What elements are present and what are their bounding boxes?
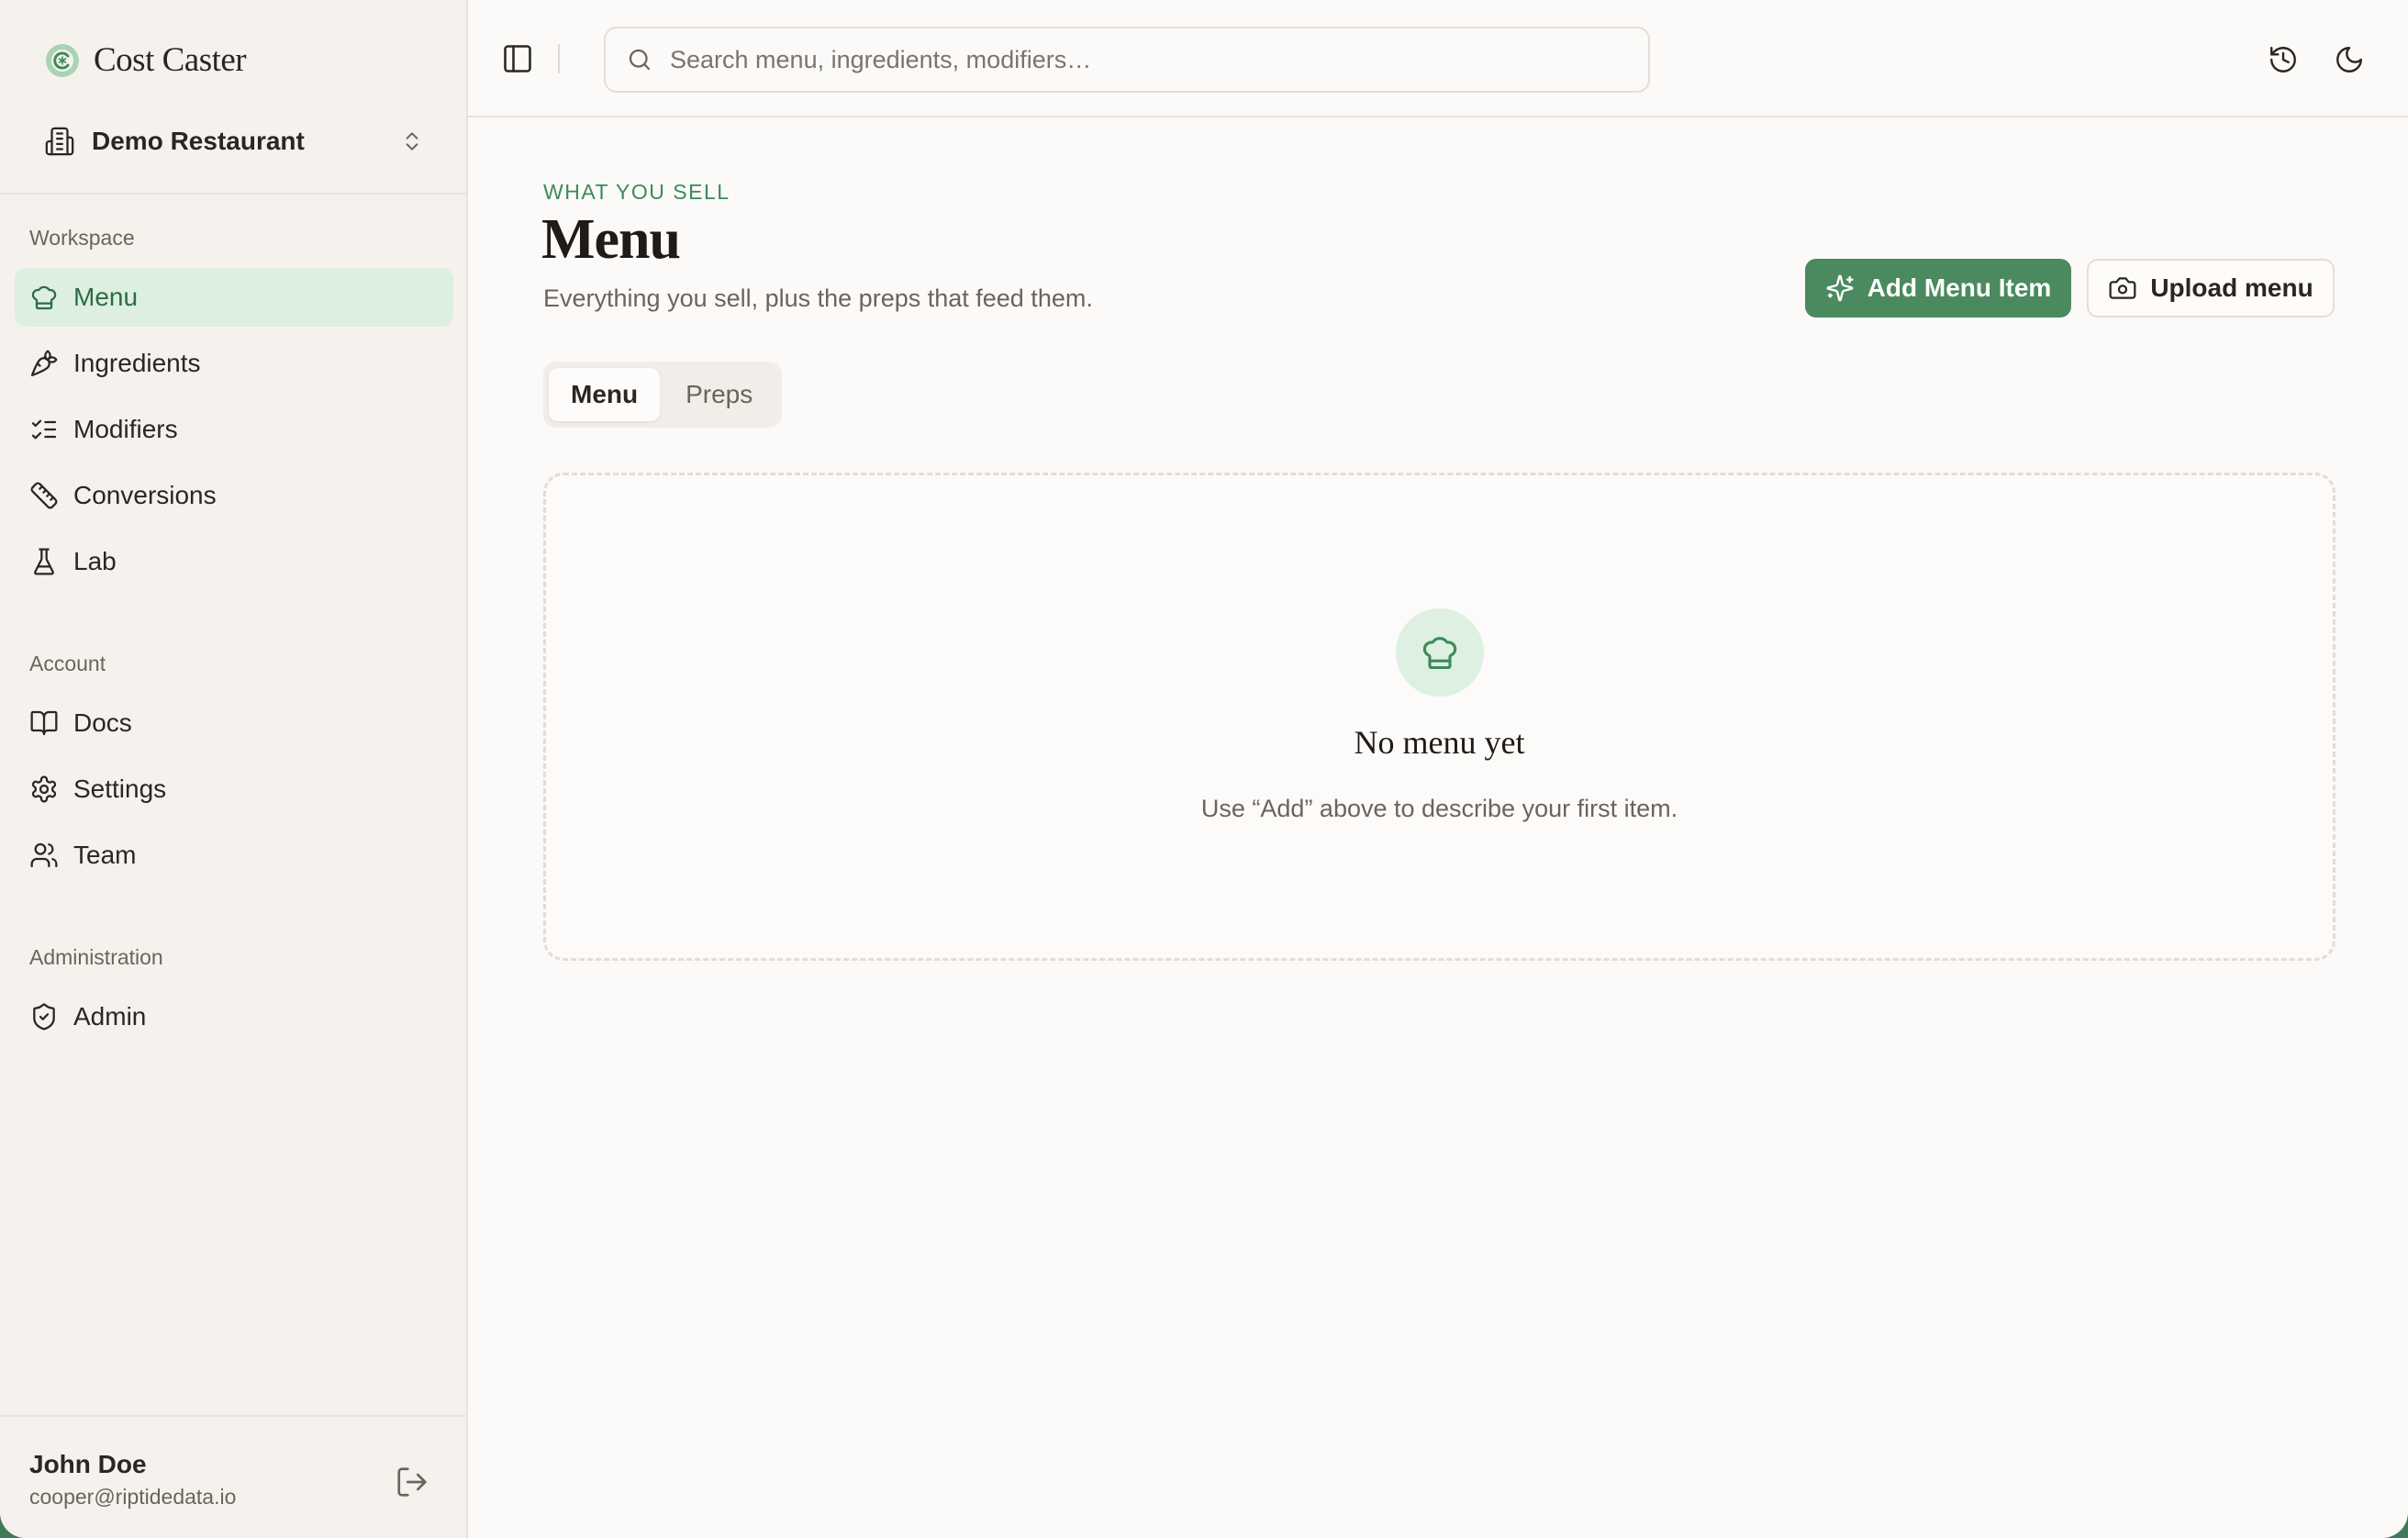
sidebar-item-team[interactable]: Team (15, 826, 453, 885)
user-name: John Doe (29, 1450, 147, 1478)
empty-state: No menu yet Use “Add” above to describe … (543, 473, 2336, 961)
sidebar-divider (0, 193, 466, 195)
sidebar-item-label: Team (73, 841, 137, 869)
sidebar-item-admin[interactable]: Admin (15, 987, 453, 1046)
upload-menu-button[interactable]: Upload menu (2087, 259, 2335, 318)
tab-preps[interactable]: Preps (663, 368, 775, 421)
add-menu-item-label: Add Menu Item (1867, 273, 2052, 302)
sidebar-toggle-icon[interactable] (501, 42, 534, 75)
org-name: Demo Restaurant (92, 127, 305, 155)
nav-section-workspace: Workspace (29, 226, 135, 250)
list-checks-icon (31, 419, 57, 440)
brand-name: Cost Caster (94, 41, 247, 79)
upload-menu-label: Upload menu (2150, 273, 2313, 302)
page-subtitle: Everything you sell, plus the preps that… (543, 284, 1093, 312)
chef-hat-icon (1422, 637, 1457, 670)
flask-icon (34, 548, 54, 575)
nav-section-administration: Administration (29, 945, 163, 969)
sidebar-item-label: Conversions (73, 481, 217, 509)
topbar-separator (558, 44, 560, 73)
page-eyebrow: WHAT YOU SELL (543, 180, 730, 204)
view-tabs: Menu Preps (543, 362, 782, 428)
ruler-icon (30, 482, 58, 509)
topbar (468, 0, 2408, 117)
sidebar-item-label: Menu (73, 283, 139, 311)
sidebar: Cost Caster Demo Restaurant Workspace Me… (0, 0, 468, 1538)
page-title: Menu (541, 208, 681, 271)
gear-icon (31, 775, 57, 803)
search-icon (629, 49, 651, 71)
chef-hat-icon (31, 285, 57, 310)
brand[interactable]: Cost Caster (44, 40, 247, 80)
sidebar-footer-divider (0, 1415, 466, 1417)
sidebar-item-docs[interactable]: Docs (15, 694, 453, 752)
sidebar-item-label: Settings (73, 775, 167, 803)
carrot-icon (30, 350, 58, 377)
search-input[interactable] (670, 45, 1628, 74)
sidebar-item-label: Ingredients (73, 349, 201, 377)
nav-section-account: Account (29, 652, 106, 675)
chevrons-up-down-icon (406, 132, 418, 150)
camera-icon (2109, 277, 2136, 299)
building-icon (45, 127, 74, 156)
sidebar-item-label: Lab (73, 547, 117, 575)
empty-state-title: No menu yet (1354, 724, 1525, 761)
sidebar-item-label: Docs (73, 708, 132, 737)
user-email: cooper@riptidedata.io (29, 1485, 237, 1509)
sidebar-item-modifiers[interactable]: Modifiers (15, 400, 453, 459)
logout-icon[interactable] (395, 1465, 429, 1499)
sparkles-icon (1826, 274, 1854, 302)
org-switcher[interactable]: Demo Restaurant (29, 114, 439, 169)
sidebar-item-label: Modifiers (73, 415, 178, 443)
empty-state-badge (1396, 608, 1484, 697)
sidebar-item-conversions[interactable]: Conversions (15, 466, 453, 525)
tab-menu[interactable]: Menu (549, 368, 661, 421)
cost-caster-logo-icon (46, 43, 79, 77)
history-icon[interactable] (2268, 44, 2299, 75)
users-icon (30, 842, 58, 868)
book-icon (30, 710, 58, 736)
empty-state-text: Use “Add” above to describe your first i… (1200, 795, 1678, 822)
search-bar[interactable] (604, 27, 1650, 93)
sidebar-item-label: Admin (73, 1002, 147, 1031)
sidebar-item-settings[interactable]: Settings (15, 760, 453, 819)
main-content: WHAT YOU SELL Menu Everything you sell, … (468, 0, 2408, 1538)
sidebar-item-menu[interactable]: Menu (15, 268, 453, 327)
shield-check-icon (33, 1003, 55, 1031)
sidebar-item-ingredients[interactable]: Ingredients (15, 334, 453, 393)
app-window: Cost Caster Demo Restaurant Workspace Me… (0, 0, 2408, 1538)
moon-icon[interactable] (2334, 44, 2365, 75)
add-menu-item-button[interactable]: Add Menu Item (1805, 259, 2071, 318)
sidebar-item-lab[interactable]: Lab (15, 532, 453, 591)
